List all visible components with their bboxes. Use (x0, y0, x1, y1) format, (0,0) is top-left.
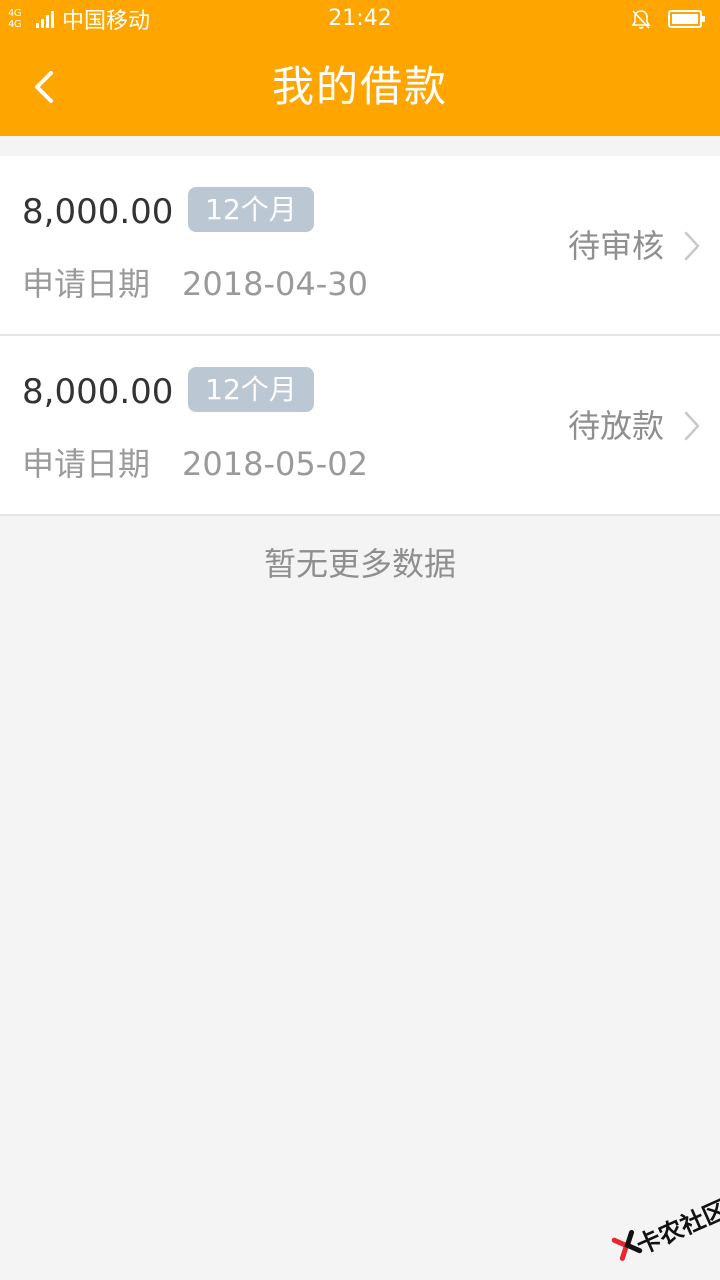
page-title: 我的借款 (271, 62, 448, 111)
header-bar: 我的借款 (0, 38, 720, 136)
loan-list: 8,000.00 12个月 申请日期 2018-04-30 待审核 8,000.… (0, 156, 720, 516)
battery-icon (668, 10, 705, 28)
bell-off-icon (631, 10, 651, 29)
date-value: 2018-04-30 (182, 265, 368, 303)
status-right (630, 8, 706, 30)
chevron-right-icon (684, 231, 700, 261)
loan-item[interactable]: 8,000.00 12个月 申请日期 2018-05-02 待放款 (0, 336, 720, 516)
watermark-text: 卡农社区 (632, 1195, 720, 1260)
screen: 4G 4G 中国移动 21:42 我的借款 8,000.00 12个月 申请日期… (0, 0, 720, 1280)
loan-item[interactable]: 8,000.00 12个月 申请日期 2018-04-30 待审核 (0, 156, 720, 336)
loan-status: 待审核 (567, 227, 664, 265)
term-badge: 12个月 (188, 187, 314, 232)
date-label: 申请日期 (22, 265, 151, 303)
date-label: 申请日期 (22, 445, 151, 483)
status-bar: 4G 4G 中国移动 21:42 (0, 0, 720, 38)
loan-status: 待放款 (567, 407, 664, 445)
loan-amount: 8,000.00 (22, 192, 174, 232)
watermark-logo: 卡农社区 (604, 1184, 720, 1279)
term-badge: 12个月 (188, 367, 314, 412)
chevron-right-icon (684, 411, 700, 441)
loan-amount: 8,000.00 (22, 372, 174, 412)
status-time: 21:42 (328, 6, 392, 31)
no-more-data-text: 暂无更多数据 (263, 545, 456, 583)
date-value: 2018-05-02 (182, 445, 368, 483)
